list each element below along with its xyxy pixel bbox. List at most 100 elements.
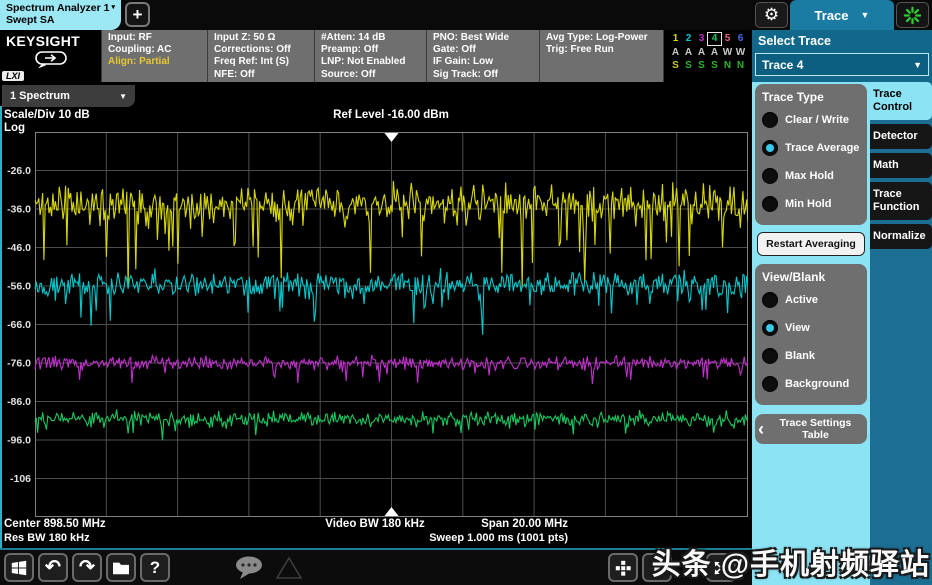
trace-type-flag-1: A (669, 47, 682, 59)
spectrum-chart: -26.0-36.0-46.0-56.0-66.0-76.0-86.0-96.0… (2, 132, 748, 517)
window-title-tab[interactable]: 1 Spectrum ▼ (2, 85, 135, 107)
radio-label: Blank (785, 350, 815, 362)
info-line: IF Gain: Low (433, 56, 539, 68)
windows-icon (10, 559, 28, 577)
menu-subtab-normalize[interactable]: Normalize (870, 224, 932, 249)
radio-selected-icon (762, 320, 778, 336)
info-line: NFE: Off (214, 69, 314, 81)
sweep-label: Sweep 1.000 ms (1001 pts) (429, 532, 568, 544)
trace-number-row: 123456 (669, 33, 752, 45)
info-line: Trig: Free Run (546, 44, 663, 56)
radio-selected-icon (762, 140, 778, 156)
radio-label: View (785, 322, 810, 334)
trace-type-option-trace-average[interactable]: Trace Average (762, 140, 863, 156)
add-measurement-button[interactable]: + (125, 2, 150, 27)
menu-subtab-trace-control[interactable]: Trace Control (870, 82, 932, 120)
windows-start-button[interactable] (4, 553, 34, 582)
menu-subtab-detector[interactable]: Detector (870, 124, 932, 149)
bottom-toolbar: ↶ ↷ ? (0, 548, 752, 585)
center-freq-label: Center 898.50 MHz (4, 518, 106, 530)
app-tab-title: Spectrum Analyzer 1 (6, 2, 109, 14)
trace-number-3[interactable]: 3 (695, 33, 708, 45)
layout-grid-icon (614, 559, 632, 577)
trace-number-2[interactable]: 2 (682, 33, 695, 45)
window-layout-button[interactable] (608, 553, 638, 582)
spectrum-window: 1 Spectrum ▼ Scale/Div 10 dB Log Ref Lev… (0, 82, 752, 548)
y-axis-label: -106 (10, 473, 31, 485)
radio-label: Min Hold (785, 198, 831, 210)
info-line: PNO: Best Wide (433, 32, 539, 44)
y-axis-label: -66.0 (7, 319, 31, 331)
info-line: Corrections: Off (214, 44, 314, 56)
ref-level-label: Ref Level -16.00 dBm (333, 109, 449, 121)
spectrum-graticule[interactable]: -26.0-36.0-46.0-56.0-66.0-76.0-86.0-96.0… (2, 132, 748, 517)
acquisition-spinner-button[interactable] (896, 2, 929, 28)
trace-number-5[interactable]: 5 (721, 33, 734, 45)
trace-type-group: Trace Type Clear / Write Trace Average Max … (755, 84, 867, 225)
info-panel-5: Avg Type: Log-PowerTrig: Free Run (539, 30, 663, 82)
help-button[interactable]: ? (140, 553, 170, 582)
trace-number-1[interactable]: 1 (669, 33, 682, 45)
trace-type-option-max-hold[interactable]: Max Hold (762, 168, 863, 184)
view-blank-group: View/BlankActiveViewBlankBackground (755, 264, 867, 405)
trace-settings-table-button[interactable]: ‹ Trace Settings Table (755, 414, 867, 444)
menu-content-column: Trace Type Clear / Write Trace Average Max … (752, 82, 870, 585)
trace-type-option-min-hold[interactable]: Min Hold (762, 196, 863, 212)
busy-spinner-icon (903, 6, 922, 25)
menu-subtab-trace-function[interactable]: Trace Function (870, 182, 932, 220)
keysight-bubble-icon (34, 51, 68, 69)
scale-div-label: Scale/Div 10 dB (4, 109, 90, 121)
trace-type-flag-4: A (708, 47, 721, 59)
trace-update-flag-6: N (734, 60, 747, 72)
trace-type-flag-5: W (721, 47, 734, 59)
redo-icon: ↷ (79, 558, 95, 577)
info-line: Input: RF (108, 32, 207, 44)
trace-type-option-clear-write[interactable]: Clear / Write (762, 112, 863, 128)
trace-type-flag-3: A (695, 47, 708, 59)
radio-label: Background (785, 378, 849, 390)
message-bubble-button[interactable] (230, 553, 270, 582)
view-blank-option-view[interactable]: View (762, 320, 863, 336)
menu-tab-label: Trace (815, 8, 849, 23)
res-bw-label: Res BW 180 kHz (4, 532, 90, 544)
view-blank-option-blank[interactable]: Blank (762, 348, 863, 364)
info-line: Input Z: 50 Ω (214, 32, 314, 44)
trace-select-value: Trace 4 (762, 58, 803, 72)
y-axis-label: -26.0 (7, 165, 31, 177)
measurement-info-bar: KEYSIGHT LXI Input: RFCoupling: ACAlign:… (0, 30, 752, 82)
y-axis-label: -36.0 (7, 204, 31, 216)
trace-update-flag-2: S (682, 60, 695, 72)
file-open-button[interactable] (106, 553, 136, 582)
trace-number-6[interactable]: 6 (734, 33, 747, 45)
trace-update-flag-5: N (721, 60, 734, 72)
top-bar: Spectrum Analyzer 1 ▾ Swept SA + ⚙ Trace… (0, 0, 932, 30)
trace-type-title: Trace Type (762, 90, 863, 104)
view-blank-option-active[interactable]: Active (762, 292, 863, 308)
brand-name: KEYSIGHT (6, 33, 101, 49)
trace-select-dropdown[interactable]: Trace 4 ▼ (755, 53, 929, 76)
select-trace-label: Select Trace (758, 34, 831, 48)
redo-button[interactable]: ↷ (72, 553, 102, 582)
view-blank-option-background[interactable]: Background (762, 376, 863, 392)
info-line: Sig Track: Off (433, 69, 539, 81)
measurement-mode-tab[interactable]: Spectrum Analyzer 1 ▾ Swept SA (0, 0, 121, 30)
lxi-badge: LXI (2, 71, 24, 81)
menu-subtab-math[interactable]: Math (870, 153, 932, 178)
gear-icon[interactable]: ⚙ (755, 2, 788, 28)
chevron-down-icon: ▼ (861, 10, 870, 20)
info-panel-4: PNO: Best WideGate: OffIF Gain: LowSig T… (426, 30, 539, 82)
y-axis-label: -76.0 (7, 358, 31, 370)
y-axis-label: -86.0 (7, 396, 31, 408)
undo-button[interactable]: ↶ (38, 553, 68, 582)
info-line: Coupling: AC (108, 44, 207, 56)
trace-number-4[interactable]: 4 (708, 33, 721, 45)
chevron-down-icon: ▼ (913, 60, 922, 70)
y-axis-label: -46.0 (7, 242, 31, 254)
help-icon: ? (150, 559, 160, 576)
keysight-logo: KEYSIGHT LXI (0, 30, 101, 82)
trace-type-row: AAAAWW (669, 47, 752, 59)
restart-averaging-button[interactable]: Restart Averaging (757, 232, 865, 256)
info-line: Align: Partial (108, 56, 207, 68)
radio-icon (762, 348, 778, 364)
menu-tab-trace[interactable]: Trace ▼ (790, 0, 894, 30)
